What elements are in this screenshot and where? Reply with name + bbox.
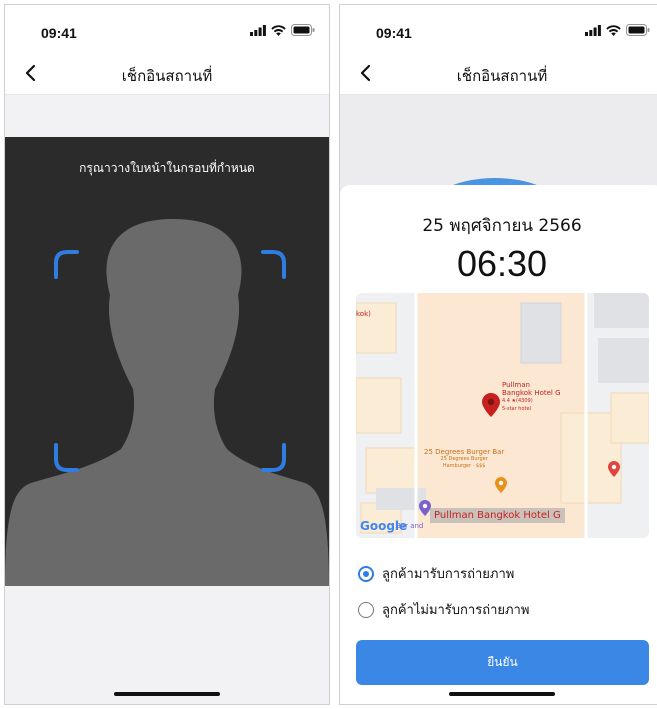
checkin-date: 25 พฤศจิกายน 2566 xyxy=(422,216,582,236)
face-scan-screen: 09:41 เช็กอินสถานที่ กรุณาวางใบหน้าในกรอ… xyxy=(4,4,330,705)
status-bar: 09:41 xyxy=(340,5,657,51)
checkin-time: 06:30 xyxy=(456,243,548,284)
status-time: 09:41 xyxy=(376,25,412,41)
hotel-label: Pullman Bangkok Hotel G 4.4 ★(4309) 5-st… xyxy=(502,381,561,413)
frame-corner-bottom-left-icon xyxy=(54,443,79,472)
frame-corner-bottom-right-icon xyxy=(261,443,286,472)
hotel-label-line1: Pullman xyxy=(502,381,530,389)
restaurant-sub1: 25 Degrees Burger xyxy=(440,456,488,462)
home-indicator[interactable] xyxy=(449,692,555,696)
confirm-button[interactable]: ยืนยัน xyxy=(356,640,649,685)
restaurant-pin-icon xyxy=(495,477,507,493)
hotel-rating: 4.4 ★(4309) xyxy=(502,398,533,404)
checkin-confirm-screen: 09:41 เช็กอินสถานที่ 25 พฤศจิกายน 2566 0… xyxy=(339,4,657,705)
option-label: ลูกค้าไม่มารับการถ่ายภาพ xyxy=(382,603,530,618)
hotel-type: 5-star hotel xyxy=(502,406,531,412)
option-customer-photo[interactable]: ลูกค้ามารับการถ่ายภาพ xyxy=(358,563,514,584)
battery-icon xyxy=(626,24,650,36)
nav-bar: เช็กอินสถานที่ xyxy=(5,52,329,95)
face-silhouette-icon xyxy=(5,219,329,586)
camera-preview: กรุณาวางใบหน้าในกรอบที่กำหนด xyxy=(5,137,329,586)
radio-selected-icon[interactable] xyxy=(358,565,374,582)
selected-place-label: Pullman Bangkok Hotel G xyxy=(430,508,565,523)
nav-bar: เช็กอินสถานที่ xyxy=(340,52,657,95)
bottom-spacer xyxy=(5,586,329,704)
status-icons xyxy=(250,24,315,36)
radio-unselected-icon[interactable] xyxy=(358,601,374,618)
home-indicator[interactable] xyxy=(114,692,220,696)
map-edge-label: kok) xyxy=(356,310,371,318)
frame-corner-top-left-icon xyxy=(54,250,79,279)
place-pin-icon xyxy=(608,461,620,477)
restaurant-name: 25 Degrees Burger Bar xyxy=(424,448,505,456)
hotel-pin-icon xyxy=(482,393,500,417)
google-logo: Google xyxy=(360,519,408,533)
signal-icon xyxy=(585,24,601,36)
battery-icon xyxy=(291,24,315,36)
status-bar: 09:41 xyxy=(5,5,329,51)
checkin-sheet: 25 พฤศจิกายน 2566 06:30 kok) Pullman Ban… xyxy=(340,185,657,704)
hotel-label-line2: Bangkok Hotel G xyxy=(502,389,561,397)
option-customer-no-photo[interactable]: ลูกค้าไม่มารับการถ่ายภาพ xyxy=(358,599,529,620)
status-icons xyxy=(585,24,650,36)
signal-icon xyxy=(250,24,266,36)
top-spacer xyxy=(5,95,329,137)
map-canvas xyxy=(356,293,649,538)
location-map[interactable]: kok) Pullman Bangkok Hotel G 4.4 ★(4309)… xyxy=(356,293,649,538)
status-time: 09:41 xyxy=(41,25,77,41)
restaurant-label: 25 Degrees Burger Bar 25 Degrees Burger … xyxy=(424,449,504,470)
page-title: เช็กอินสถานที่ xyxy=(121,67,213,85)
restaurant-sub2: Hamburger · $$$ xyxy=(442,463,486,469)
wifi-icon xyxy=(606,24,621,36)
frame-corner-top-right-icon xyxy=(261,250,286,279)
page-title: เช็กอินสถานที่ xyxy=(456,67,548,85)
wifi-icon xyxy=(271,24,286,36)
option-label: ลูกค้ามารับการถ่ายภาพ xyxy=(382,567,515,582)
